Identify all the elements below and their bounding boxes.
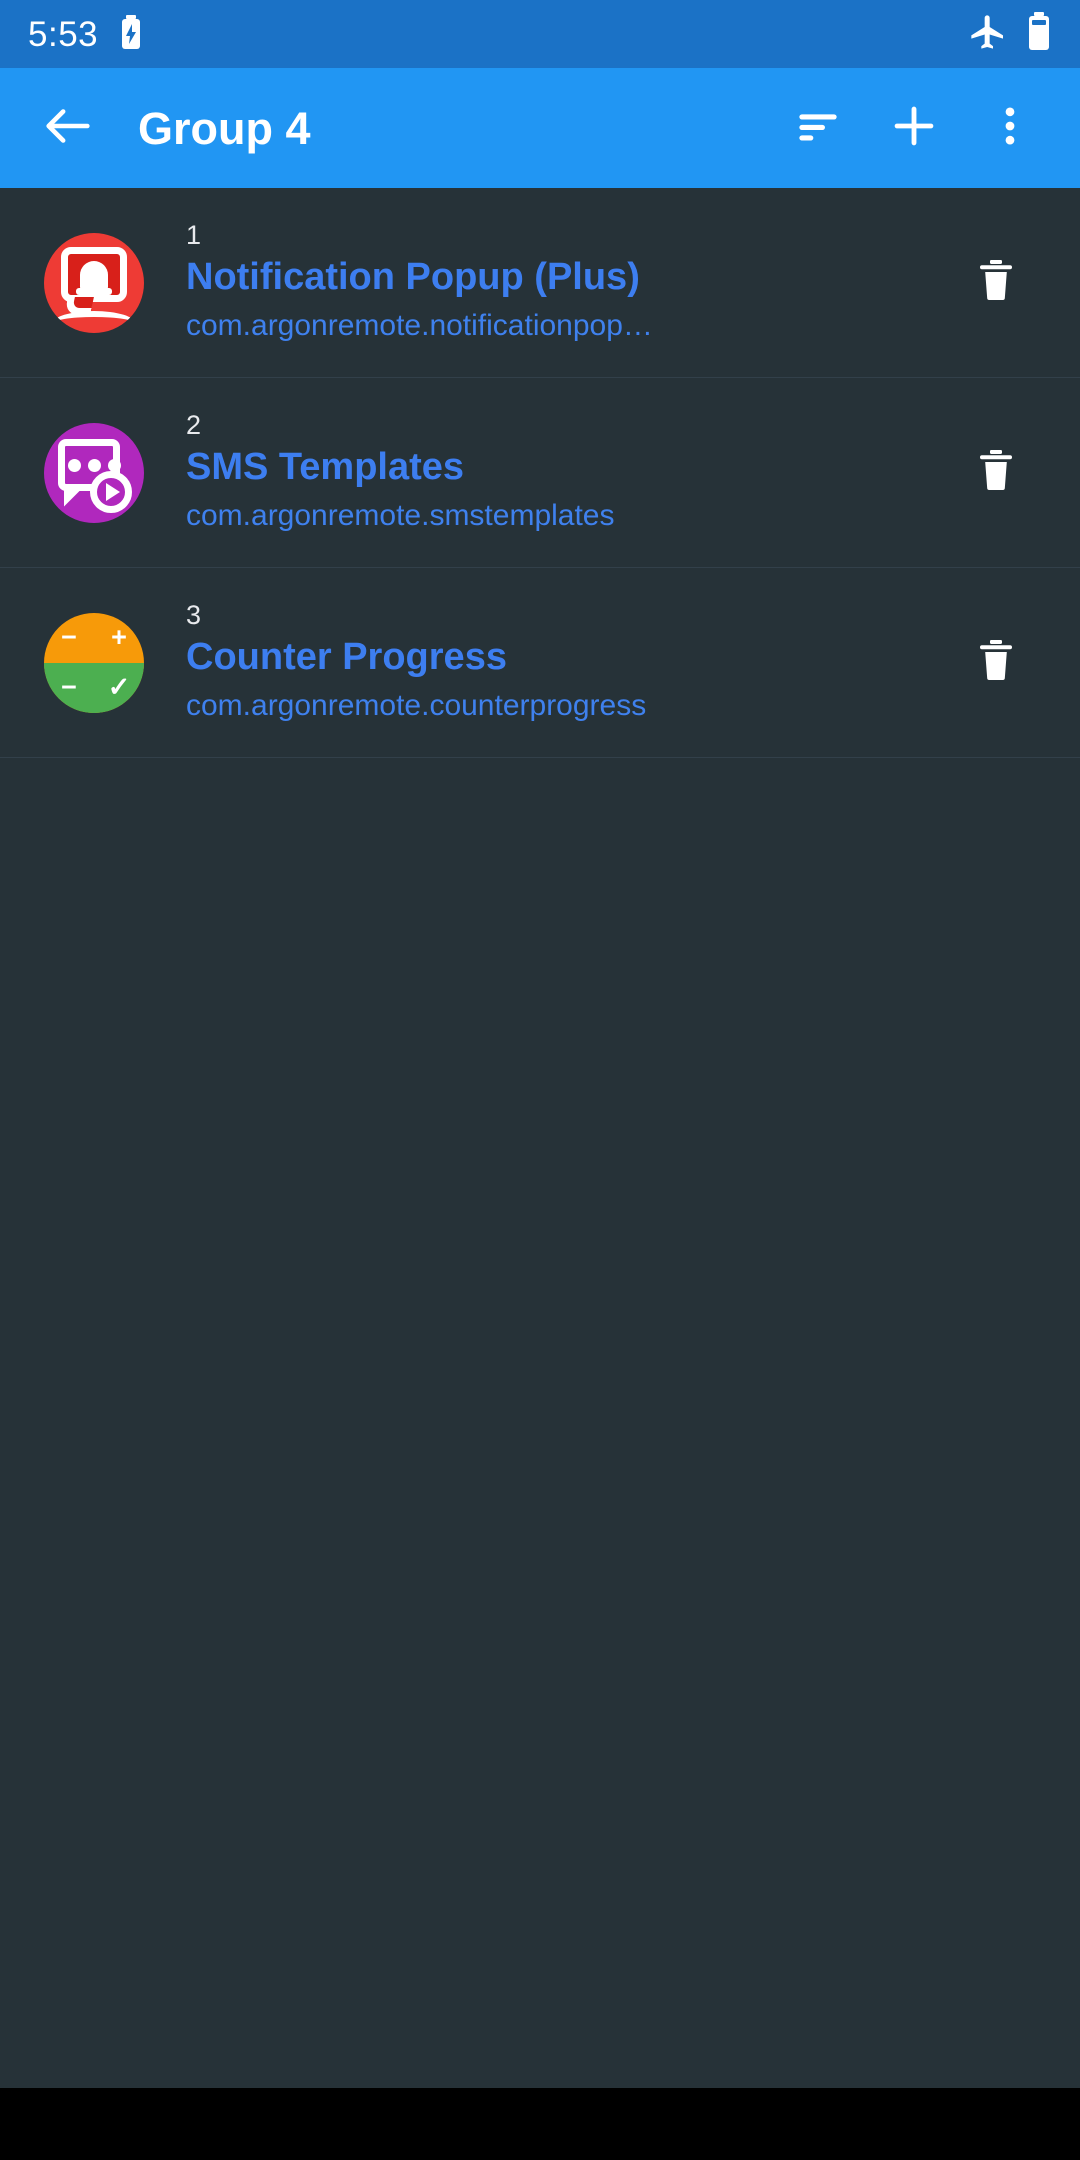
trash-icon	[972, 446, 1020, 499]
delete-button[interactable]	[954, 621, 1038, 705]
list-item-title: SMS Templates	[186, 446, 465, 489]
app-bar: Group 4	[0, 68, 1080, 188]
check-glyph: ✓	[107, 672, 131, 702]
list-item-package: com.argonremote.notificationpopuppl…	[186, 308, 656, 342]
airplane-mode-icon	[968, 12, 1008, 57]
list-item-index: 3	[186, 599, 202, 630]
battery-charging-icon	[120, 14, 142, 54]
status-bar-clock: 5:53	[28, 14, 99, 54]
page-title: Group 4	[138, 102, 311, 154]
system-navigation-bar	[0, 2088, 1080, 2160]
list-item-title: Notification Popup (Plus)	[186, 256, 640, 299]
list-item-text: 3 Counter Progress com.argonremote.count…	[186, 599, 934, 725]
list-item-index: 1	[186, 219, 202, 250]
status-bar-left: 5:53	[28, 14, 142, 54]
list-item-title: Counter Progress	[186, 636, 507, 679]
delete-button[interactable]	[954, 431, 1038, 515]
list-item-index: 2	[186, 409, 202, 440]
overflow-menu-button[interactable]	[962, 80, 1058, 176]
list-item-text: 2 SMS Templates com.argonremote.smstempl…	[186, 409, 934, 535]
counter-progress-app-icon: − + − ✓	[44, 612, 144, 713]
notification-popup-app-icon	[44, 232, 144, 333]
app-list: 1 Notification Popup (Plus) com.argonrem…	[0, 188, 1080, 758]
list-item-package: com.argonremote.smstemplates	[186, 498, 615, 532]
add-button[interactable]	[866, 80, 962, 176]
list-item[interactable]: − + − ✓ 3 Counter Progress com.argonremo…	[0, 568, 1080, 758]
sort-button[interactable]	[770, 80, 866, 176]
status-bar-right	[968, 11, 1052, 57]
add-icon	[885, 97, 943, 160]
delete-button[interactable]	[954, 241, 1038, 325]
back-button[interactable]	[30, 90, 106, 166]
empty-list-area	[0, 758, 1080, 2088]
status-bar: 5:53	[0, 0, 1080, 68]
minus-glyph: −	[61, 622, 77, 652]
overflow-menu-icon	[985, 101, 1035, 156]
sort-icon	[790, 98, 846, 159]
list-item[interactable]: 1 Notification Popup (Plus) com.argonrem…	[0, 188, 1080, 378]
plus-glyph: +	[111, 622, 127, 652]
minus-glyph-2: −	[61, 672, 77, 702]
list-item-text: 1 Notification Popup (Plus) com.argonrem…	[186, 219, 934, 345]
back-arrow-icon	[39, 97, 97, 160]
app-screen: 5:53 Group 4 1 Notification Popup (Plus)…	[0, 0, 1080, 2160]
list-item[interactable]: 2 SMS Templates com.argonremote.smstempl…	[0, 378, 1080, 568]
trash-icon	[972, 636, 1020, 689]
battery-icon	[1026, 11, 1052, 57]
sms-templates-app-icon	[44, 422, 144, 523]
trash-icon	[972, 256, 1020, 309]
list-item-package: com.argonremote.counterprogress	[186, 688, 647, 722]
app-bar-actions	[770, 80, 1058, 176]
